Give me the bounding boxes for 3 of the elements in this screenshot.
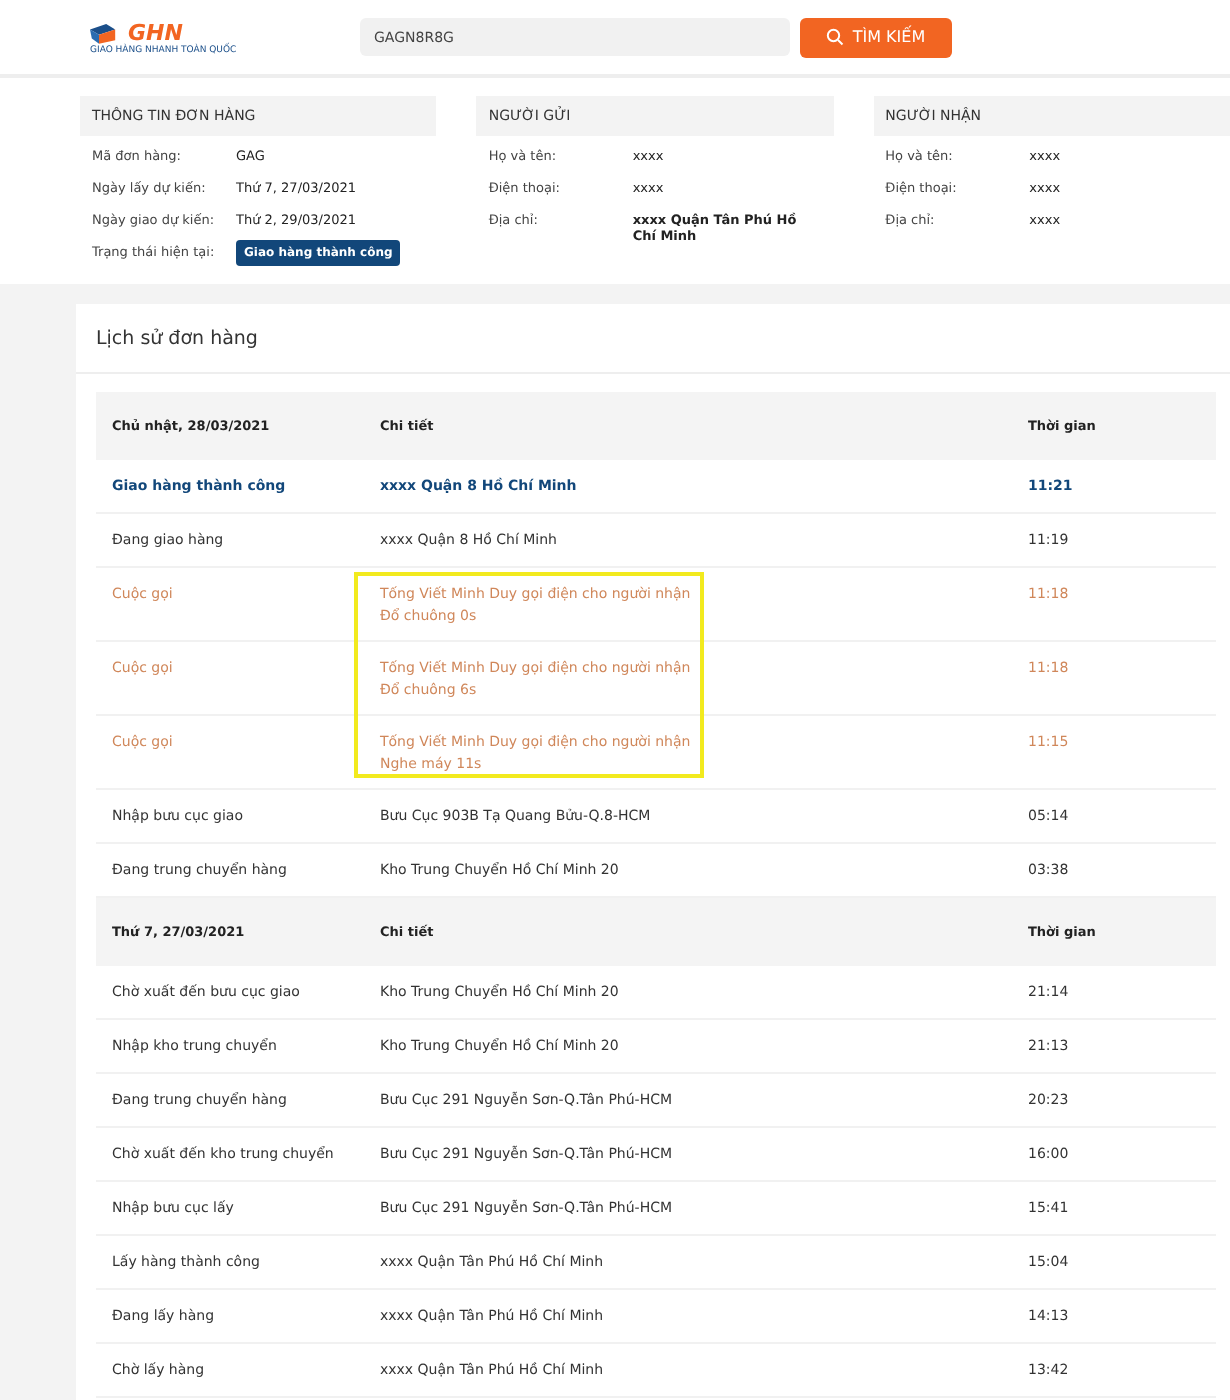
logo-text: GHN: [128, 19, 183, 45]
section-title: Lịch sử đơn hàng: [76, 304, 1230, 374]
search-icon: [826, 28, 845, 46]
